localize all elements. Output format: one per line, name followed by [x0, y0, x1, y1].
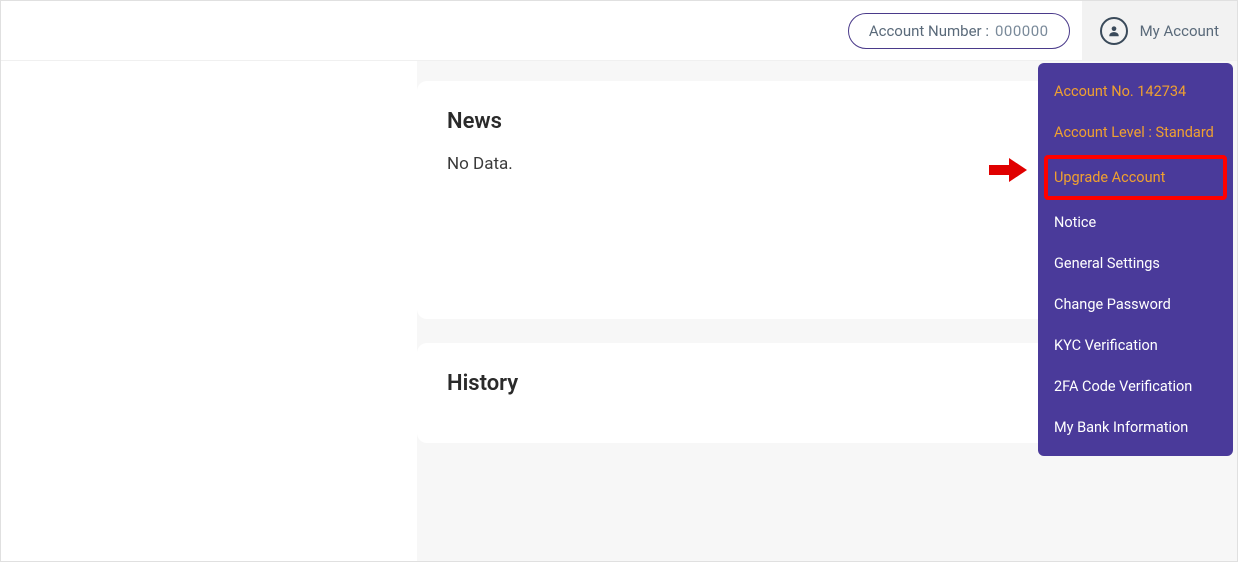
my-account-dropdown: Account No. 142734 Account Level : Stand… — [1038, 63, 1233, 456]
menu-upgrade-account[interactable]: Upgrade Account — [1046, 157, 1225, 198]
header: Account Number : 000000 My Account — [1, 1, 1237, 61]
my-account-label: My Account — [1140, 22, 1219, 40]
menu-notice[interactable]: Notice — [1038, 202, 1233, 243]
account-number-value: 000000 — [995, 22, 1049, 40]
account-number-pill: Account Number : 000000 — [848, 13, 1070, 49]
arrow-indicator-icon — [989, 158, 1029, 182]
menu-account-level[interactable]: Account Level : Standard — [1038, 112, 1233, 153]
account-number-label: Account Number : — [869, 22, 989, 40]
menu-2fa-verification[interactable]: 2FA Code Verification — [1038, 366, 1233, 407]
menu-account-no[interactable]: Account No. 142734 — [1038, 71, 1233, 112]
my-account-button[interactable]: My Account — [1082, 1, 1237, 60]
menu-kyc-verification[interactable]: KYC Verification — [1038, 325, 1233, 366]
menu-general-settings[interactable]: General Settings — [1038, 243, 1233, 284]
user-icon — [1100, 17, 1128, 45]
menu-change-password[interactable]: Change Password — [1038, 284, 1233, 325]
menu-bank-information[interactable]: My Bank Information — [1038, 407, 1233, 448]
